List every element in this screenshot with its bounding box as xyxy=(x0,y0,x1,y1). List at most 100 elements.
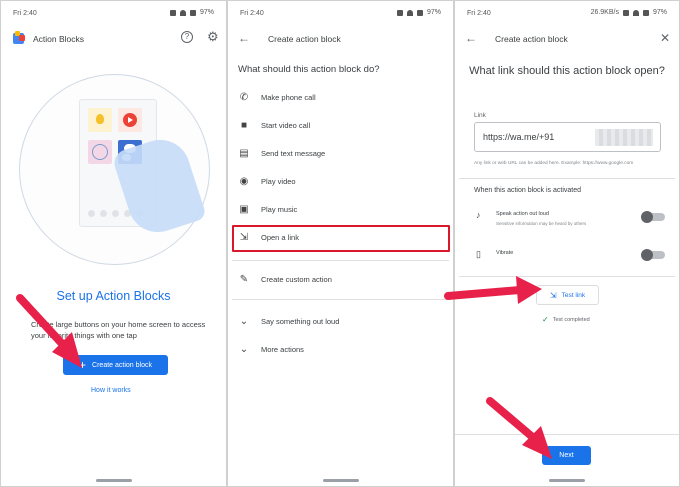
play-circle-icon: ◉ xyxy=(239,176,249,187)
signal-icon xyxy=(642,9,649,16)
speaker-icon: ♪ xyxy=(476,210,481,220)
screen-link-setup: Fri 2:40 26.9KB/s 97% ← Create action bl… xyxy=(454,0,680,487)
speak-aloud-option[interactable]: ♪ Speak action out loud Sensitive inform… xyxy=(474,210,665,234)
expander-say-out-loud[interactable]: ⌄ Say something out loud xyxy=(228,312,453,332)
create-action-block-label: Create action block xyxy=(92,361,152,369)
test-status-label: Test completed xyxy=(552,316,590,323)
action-blocks-logo-icon xyxy=(13,31,25,44)
wifi-icon xyxy=(179,9,186,16)
close-icon[interactable]: ✕ xyxy=(660,32,670,44)
signal-icon xyxy=(416,9,423,16)
back-arrow-icon[interactable]: ← xyxy=(465,32,477,44)
status-bar: Fri 2:40 97% xyxy=(1,1,226,25)
activation-section-title: When this action block is activated xyxy=(474,187,581,194)
redacted-number xyxy=(595,129,653,146)
divider xyxy=(232,260,449,261)
music-library-icon: ▣ xyxy=(239,204,249,215)
chevron-down-icon: ⌄ xyxy=(239,344,249,355)
next-label: Next xyxy=(559,452,574,459)
expander-label: Say something out loud xyxy=(261,317,340,326)
signal-icon xyxy=(189,9,196,16)
link-field-label: Link xyxy=(474,112,486,119)
notification-icon xyxy=(169,9,176,16)
vibrate-toggle[interactable] xyxy=(641,249,665,261)
home-indicator xyxy=(95,479,132,482)
app-bar: Action Blocks ? ⚙ xyxy=(1,25,226,51)
option-label: Vibrate xyxy=(496,250,514,256)
face-tile xyxy=(88,140,112,164)
speak-aloud-toggle[interactable] xyxy=(641,211,665,223)
action-label: Make phone call xyxy=(261,93,316,102)
test-link-button[interactable]: ⇲ Test link xyxy=(536,285,599,305)
status-time: Fri 2:40 xyxy=(240,10,264,17)
next-button[interactable]: Next xyxy=(542,446,591,465)
expander-more-actions[interactable]: ⌄ More actions xyxy=(228,340,453,360)
notification-icon xyxy=(396,9,403,16)
test-status: ✓ Test completed xyxy=(542,315,590,324)
page-description: Create large buttons on your home screen… xyxy=(31,320,206,340)
action-item-phone-call[interactable]: ✆ Make phone call xyxy=(228,88,453,108)
app-bar: ← Create action block ✕ xyxy=(455,25,679,51)
page-title: Create action block xyxy=(268,34,341,44)
highlight-box xyxy=(232,225,450,252)
link-input[interactable]: https://wa.me/+91 xyxy=(474,122,661,152)
link-question: What link should this action block open? xyxy=(469,65,665,77)
phone-icon: ✆ xyxy=(239,92,249,103)
network-speed: 26.9KB/s xyxy=(590,9,619,16)
action-label: Start video call xyxy=(261,121,311,130)
action-item-play-music[interactable]: ▣ Play music xyxy=(228,200,453,220)
status-time: Fri 2:40 xyxy=(13,10,37,17)
test-link-label: Test link xyxy=(561,291,586,299)
gear-icon[interactable]: ⚙ xyxy=(207,30,219,43)
message-icon: ▤ xyxy=(239,148,249,159)
action-item-play-video[interactable]: ◉ Play video xyxy=(228,172,453,192)
vibrate-option[interactable]: ▯ Vibrate xyxy=(474,249,665,263)
action-question: What should this action block do? xyxy=(238,64,380,75)
battery-level: 97% xyxy=(426,9,441,16)
battery-level: 97% xyxy=(652,9,667,16)
status-time: Fri 2:40 xyxy=(467,10,491,17)
lightbulb-tile xyxy=(88,108,112,132)
action-label: Send text message xyxy=(261,149,326,158)
action-label: Play video xyxy=(261,177,296,186)
divider xyxy=(232,299,449,300)
option-subtext: Sensitive information may be heard by ot… xyxy=(496,221,587,226)
home-indicator xyxy=(322,479,359,482)
vibrate-icon: ▯ xyxy=(476,249,481,259)
play-tile xyxy=(118,108,142,132)
page-title: Create action block xyxy=(495,34,568,44)
status-icons: 97% xyxy=(396,9,441,16)
app-bar: ← Create action block xyxy=(228,25,453,51)
dot xyxy=(112,210,119,217)
divider xyxy=(459,178,675,179)
dot xyxy=(88,210,95,217)
video-call-icon: ■ xyxy=(240,120,248,131)
option-label: Speak action out loud xyxy=(496,211,549,217)
open-link-icon: ⇲ xyxy=(549,290,557,300)
how-it-works-link[interactable]: How it works xyxy=(91,387,131,394)
link-hint: Any link or web URL can be added here. E… xyxy=(474,161,634,166)
status-icons: 97% xyxy=(169,9,214,16)
status-bar: Fri 2:40 97% xyxy=(228,1,453,25)
divider xyxy=(459,276,675,277)
pencil-icon: ✎ xyxy=(239,274,249,285)
home-indicator xyxy=(549,479,585,482)
status-icons: 26.9KB/s 97% xyxy=(591,9,667,16)
expander-label: More actions xyxy=(261,345,304,354)
screen-choose-action: Fri 2:40 97% ← Create action block What … xyxy=(227,0,454,487)
wifi-icon xyxy=(632,9,639,16)
status-bar: Fri 2:40 26.9KB/s 97% xyxy=(455,1,679,25)
action-item-text-message[interactable]: ▤ Send text message xyxy=(228,144,453,164)
plus-icon: + xyxy=(79,358,87,372)
battery-level: 97% xyxy=(199,9,214,16)
divider xyxy=(455,434,679,435)
chevron-down-icon: ⌄ xyxy=(239,316,249,327)
link-input-value: https://wa.me/+91 xyxy=(483,132,555,142)
action-item-video-call[interactable]: ■ Start video call xyxy=(228,116,453,136)
help-circle-icon[interactable]: ? xyxy=(181,31,193,43)
action-item-custom-action[interactable]: ✎ Create custom action xyxy=(228,270,453,290)
back-arrow-icon[interactable]: ← xyxy=(238,32,250,44)
action-label: Create custom action xyxy=(261,275,332,284)
create-action-block-button[interactable]: + Create action block xyxy=(63,355,168,375)
action-label: Play music xyxy=(261,205,298,214)
